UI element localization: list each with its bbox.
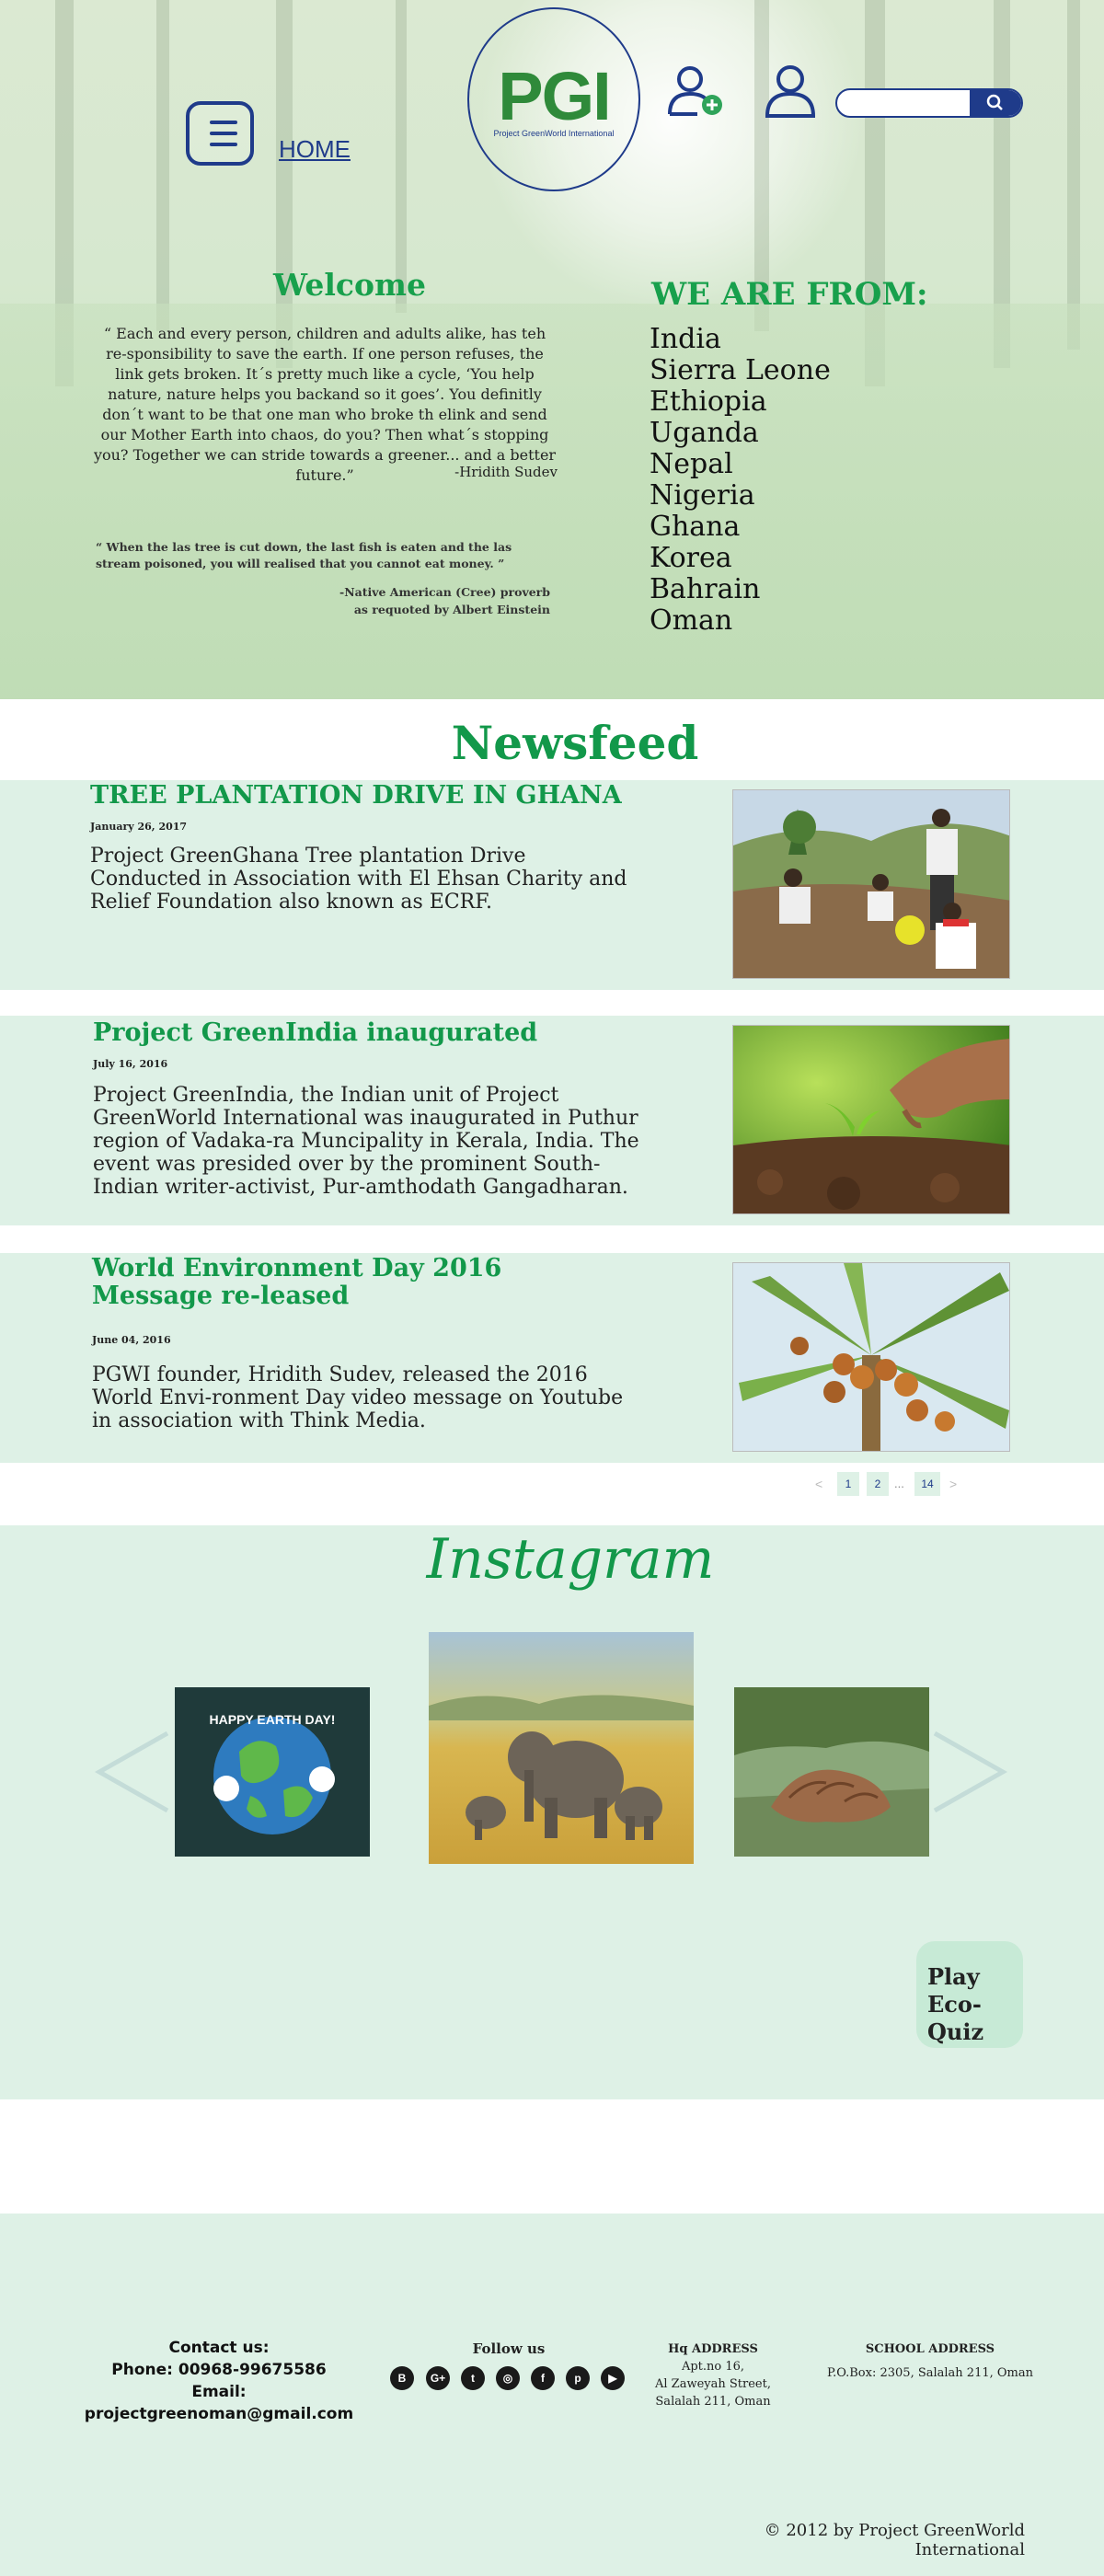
- contact-phone: Phone: 00968-99675586: [111, 2361, 327, 2379]
- newsfeed-title: Newsfeed: [451, 716, 699, 770]
- contact-email[interactable]: Email: projectgreenoman@gmail.com: [72, 2381, 366, 2425]
- news-post-title[interactable]: Project GreenIndia inaugurated: [93, 1019, 537, 1047]
- google-plus-icon[interactable]: G+: [426, 2366, 450, 2390]
- search-input[interactable]: [835, 88, 1023, 118]
- quiz-label-line: Play: [927, 1963, 980, 1990]
- play-eco-quiz-button[interactable]: Play Eco-Quiz: [916, 1941, 1023, 2048]
- instagram-elephants-post[interactable]: [429, 1632, 694, 1864]
- proverb-source: -Native American (Cree) proverb as requo…: [304, 583, 550, 618]
- news-post-date: July 16, 2016: [93, 1058, 168, 1070]
- instagram-earth-day-post[interactable]: HAPPY EARTH DAY!: [175, 1687, 370, 1857]
- carousel-next-arrow-icon[interactable]: [929, 1730, 1008, 1814]
- hq-address: Hq ADDRESS Apt.no 16, Al Zaweyah Street,…: [653, 2340, 773, 2410]
- school-heading: SCHOOL ADDRESS: [865, 2342, 995, 2356]
- country-item: Ethiopia: [650, 385, 767, 418]
- carousel-prev-arrow-icon[interactable]: [94, 1730, 173, 1814]
- menu-bar-icon: [210, 121, 237, 124]
- proverb-quote: “ When the las tree is cut down, the las…: [96, 540, 512, 570]
- welcome-quote: “ Each and every person, children and ad…: [93, 325, 557, 484]
- news-post-body: Project GreenGhana Tree plantation Drive…: [90, 845, 627, 914]
- proverb-source-line: -Native American (Cree) proverb: [339, 585, 550, 599]
- menu-button[interactable]: [186, 101, 254, 166]
- coconut-tree-photo[interactable]: [732, 1262, 1010, 1452]
- youtube-icon[interactable]: ▶: [601, 2366, 625, 2390]
- facebook-icon[interactable]: f: [531, 2366, 555, 2390]
- tree-trunk: [1067, 0, 1080, 350]
- pagination-next[interactable]: >: [949, 1472, 957, 1496]
- pinterest-icon[interactable]: p: [566, 2366, 590, 2390]
- contact-heading: Contact us:: [168, 2339, 270, 2357]
- logo-subtitle: Project GreenWorld International: [493, 129, 615, 138]
- welcome-author: -Hridith Sudev: [454, 464, 558, 480]
- hq-heading: Hq ADDRESS: [668, 2342, 758, 2356]
- proverb-source-line: as requoted by Albert Einstein: [353, 603, 550, 616]
- search-icon: [986, 94, 1003, 110]
- news-post-date: January 26, 2017: [90, 821, 188, 833]
- contact-block: Contact us: Phone: 00968-99675586 Email:…: [72, 2337, 366, 2425]
- pagination-page[interactable]: 1: [837, 1472, 859, 1496]
- logo-text: PGI: [498, 58, 611, 134]
- follow-heading: Follow us: [472, 2340, 546, 2357]
- news-post-date: June 04, 2016: [92, 1334, 171, 1346]
- news-post: Project GreenIndia inaugurated July 16, …: [0, 1016, 1104, 1225]
- school-address: SCHOOL ADDRESS P.O.Box: 2305, Salalah 21…: [824, 2340, 1036, 2389]
- news-post-body: PGWI founder, Hridith Sudev, released th…: [92, 1363, 624, 1432]
- news-post-title[interactable]: TREE PLANTATION DRIVE IN GHANA: [90, 782, 622, 810]
- tree-trunk: [156, 0, 169, 331]
- news-post-body: Project GreenIndia, the Indian unit of P…: [93, 1084, 639, 1199]
- hq-line: Apt.no 16,: [681, 2360, 745, 2374]
- logo[interactable]: PGI Project GreenWorld International: [467, 7, 640, 191]
- country-item: India: [650, 323, 721, 355]
- news-post: TREE PLANTATION DRIVE IN GHANA January 2…: [0, 780, 1104, 990]
- country-item: Korea: [650, 542, 732, 574]
- country-item: Nepal: [650, 448, 733, 480]
- seedling-photo[interactable]: [732, 1025, 1010, 1214]
- tree-plantation-photo[interactable]: [732, 789, 1010, 979]
- pagination-prev[interactable]: <: [815, 1472, 822, 1496]
- pagination-page[interactable]: 2: [867, 1472, 889, 1496]
- news-post-title[interactable]: World Environment Day 2016 Message re-le…: [92, 1255, 607, 1310]
- country-item: Oman: [650, 604, 733, 637]
- page: HOME PGI Project GreenWorld Internationa…: [0, 0, 1104, 2576]
- home-link[interactable]: HOME: [279, 135, 351, 164]
- copyright: © 2012 by Project GreenWorld Internation…: [764, 2521, 1025, 2559]
- country-list: India Sierra Leone Ethiopia Uganda Nepal…: [650, 324, 831, 637]
- news-post: World Environment Day 2016 Message re-le…: [0, 1253, 1104, 1463]
- twitter-icon[interactable]: t: [461, 2366, 485, 2390]
- menu-bar-icon: [210, 132, 237, 135]
- earth-day-text: HAPPY EARTH DAY!: [210, 1712, 336, 1727]
- country-item: Ghana: [650, 511, 741, 543]
- country-item: Uganda: [650, 417, 759, 449]
- we-are-from-title: WE ARE FROM:: [651, 276, 928, 313]
- country-item: Sierra Leone: [650, 354, 831, 386]
- menu-bar-icon: [210, 143, 237, 146]
- tree-trunk: [396, 0, 407, 313]
- blogger-icon[interactable]: B: [390, 2366, 414, 2390]
- country-item: Nigeria: [650, 479, 755, 512]
- instagram-title: Instagram: [426, 1527, 715, 1592]
- instagram-icon[interactable]: ◎: [496, 2366, 520, 2390]
- welcome-title: Welcome: [273, 267, 426, 303]
- pagination-page[interactable]: 14: [914, 1472, 940, 1496]
- hq-line: Al Zaweyah Street,: [655, 2377, 771, 2391]
- hq-line: Salalah 211, Oman: [655, 2395, 771, 2409]
- pagination-ellipsis: ...: [894, 1477, 904, 1490]
- search-button[interactable]: [970, 90, 1021, 116]
- school-line: P.O.Box: 2305, Salalah 211, Oman: [826, 2366, 1033, 2380]
- quiz-label-line: Eco-Quiz: [927, 1991, 984, 2045]
- add-user-icon[interactable]: [664, 61, 727, 120]
- user-icon[interactable]: [764, 63, 817, 120]
- country-item: Bahrain: [650, 573, 761, 605]
- instagram-pangolin-post[interactable]: [734, 1687, 929, 1857]
